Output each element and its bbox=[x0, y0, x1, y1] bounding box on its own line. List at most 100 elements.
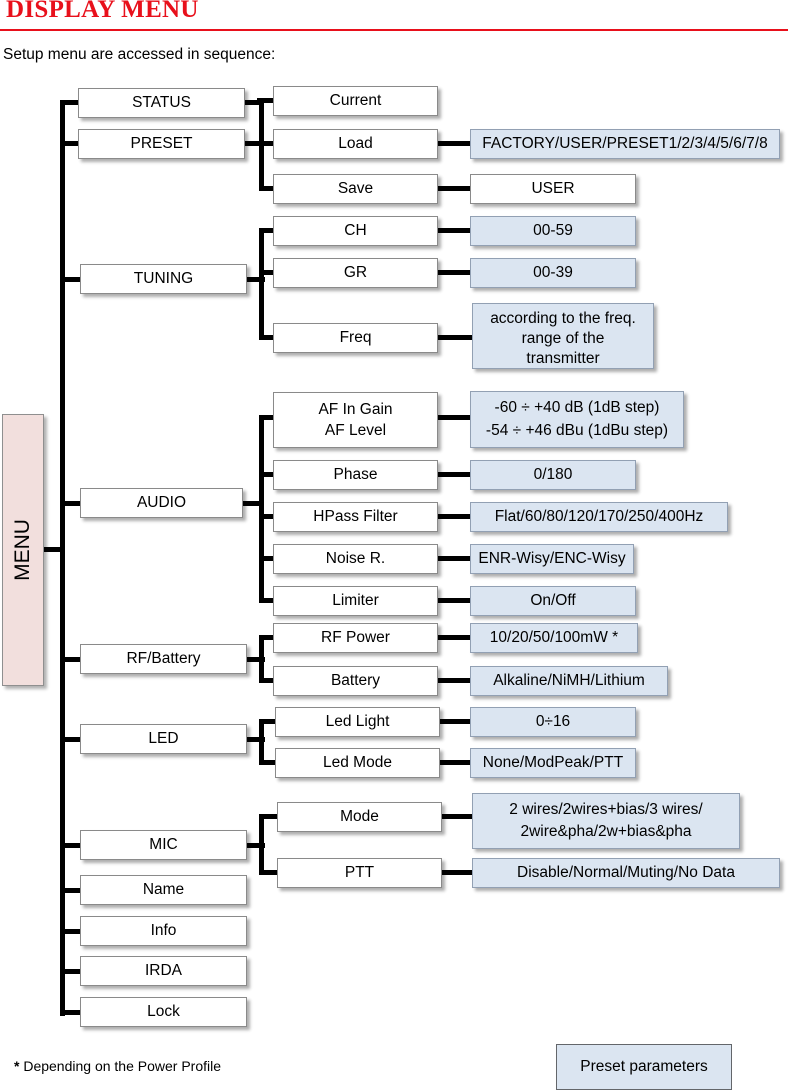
value-mic-ptt-text: Disable/Normal/Muting/No Data bbox=[517, 864, 735, 882]
value-audio-limiter: On/Off bbox=[470, 586, 636, 616]
node-lock[interactable]: Lock bbox=[80, 997, 247, 1027]
value-audio-phase-text: 0/180 bbox=[533, 466, 573, 484]
value-audio-af-line2: -54 ÷ +46 dBu (1dBu step) bbox=[485, 421, 669, 439]
node-current-label: Current bbox=[329, 92, 382, 110]
value-audio-noise-text: ENR-Wisy/ENC-Wisy bbox=[478, 550, 626, 568]
menu-root-box[interactable]: MENU bbox=[2, 414, 44, 686]
node-status-label: STATUS bbox=[132, 94, 191, 112]
node-mic[interactable]: MIC bbox=[80, 830, 247, 860]
title-divider bbox=[0, 29, 788, 31]
value-audio-hpass-text: Flat/60/80/120/170/250/400Hz bbox=[494, 508, 704, 526]
node-gr[interactable]: GR bbox=[273, 258, 438, 288]
node-hpass-filter[interactable]: HPass Filter bbox=[273, 502, 438, 532]
connector-mic bbox=[60, 843, 82, 848]
connector-afgain-value bbox=[436, 415, 472, 420]
node-ch[interactable]: CH bbox=[273, 216, 438, 246]
connector-tuning bbox=[60, 277, 82, 282]
node-battery[interactable]: Battery bbox=[273, 666, 438, 696]
value-audio-af: -60 ÷ +40 dB (1dB step) -54 ÷ +46 dBu (1… bbox=[470, 391, 684, 448]
connector-irda bbox=[60, 969, 82, 974]
connector-rfpower-value bbox=[436, 635, 472, 640]
connector-load-value bbox=[436, 141, 472, 146]
value-mic-mode-line1: 2 wires/2wires+bias/3 wires/ bbox=[509, 801, 703, 819]
node-af-level-label: AF Level bbox=[324, 421, 387, 439]
node-load[interactable]: Load bbox=[273, 129, 438, 159]
node-freq-label: Freq bbox=[339, 329, 372, 347]
value-led-light: 0÷16 bbox=[470, 707, 636, 737]
value-audio-hpass: Flat/60/80/120/170/250/400Hz bbox=[470, 502, 728, 532]
footnote-text: Depending on the Power Profile bbox=[19, 1058, 222, 1074]
node-hpass-filter-label: HPass Filter bbox=[313, 508, 398, 526]
value-preset-load: FACTORY/USER/PRESET1/2/3/4/5/6/7/8 bbox=[470, 129, 780, 159]
connector-lock bbox=[60, 1010, 82, 1015]
node-save-label: Save bbox=[337, 180, 374, 198]
node-name-label: Name bbox=[142, 881, 185, 899]
node-info-label: Info bbox=[150, 922, 177, 940]
node-limiter[interactable]: Limiter bbox=[273, 586, 438, 616]
node-irda[interactable]: IRDA bbox=[80, 956, 247, 986]
node-status[interactable]: STATUS bbox=[78, 88, 245, 118]
node-battery-label: Battery bbox=[330, 672, 381, 690]
value-rf-power-text: 10/20/50/100mW * bbox=[489, 629, 619, 647]
node-freq[interactable]: Freq bbox=[273, 323, 438, 353]
node-phase-label: Phase bbox=[333, 466, 378, 484]
connector-audio bbox=[60, 501, 82, 506]
value-audio-limiter-text: On/Off bbox=[530, 592, 576, 610]
node-rfbattery[interactable]: RF/Battery bbox=[80, 644, 247, 674]
node-led[interactable]: LED bbox=[80, 724, 247, 754]
connector-audio-spine bbox=[259, 415, 264, 601]
node-tuning[interactable]: TUNING bbox=[80, 264, 247, 294]
page-subtitle: Setup menu are accessed in sequence: bbox=[3, 46, 276, 63]
connector-mic-mode bbox=[259, 814, 277, 819]
connector-name bbox=[60, 888, 82, 893]
node-preset[interactable]: PRESET bbox=[78, 129, 245, 159]
node-rfbattery-label: RF/Battery bbox=[126, 650, 201, 668]
node-irda-label: IRDA bbox=[144, 962, 183, 980]
node-phase[interactable]: Phase bbox=[273, 460, 438, 490]
value-mic-mode-line2: 2wire&pha/2w+bias&pha bbox=[520, 823, 692, 841]
node-save[interactable]: Save bbox=[273, 174, 438, 204]
connector-rfbattery bbox=[60, 657, 82, 662]
connector-mic-ptt bbox=[259, 870, 277, 875]
node-preset-label: PRESET bbox=[130, 135, 193, 153]
value-led-mode: None/ModPeak/PTT bbox=[470, 748, 636, 778]
node-info[interactable]: Info bbox=[80, 916, 247, 946]
connector-rf-spine bbox=[259, 635, 264, 680]
connector-battery-value bbox=[436, 678, 472, 683]
value-audio-phase: 0/180 bbox=[470, 460, 636, 490]
connector-gr-value bbox=[436, 270, 472, 275]
value-preset-load-text: FACTORY/USER/PRESET1/2/3/4/5/6/7/8 bbox=[482, 135, 768, 153]
node-rf-power[interactable]: RF Power bbox=[273, 623, 438, 653]
node-noise-r[interactable]: Noise R. bbox=[273, 544, 438, 574]
connector-info bbox=[60, 929, 82, 934]
value-mic-mode: 2 wires/2wires+bias/3 wires/ 2wire&pha/2… bbox=[472, 793, 740, 849]
node-led-mode-label: Led Mode bbox=[323, 754, 392, 772]
node-mic-ptt-label: PTT bbox=[344, 864, 375, 882]
connector-mic-spine bbox=[259, 814, 264, 873]
node-led-mode[interactable]: Led Mode bbox=[275, 748, 440, 778]
node-led-light[interactable]: Led Light bbox=[275, 707, 440, 737]
value-tuning-freq: according to the freq. range of the tran… bbox=[472, 303, 654, 369]
value-preset-save: USER bbox=[470, 174, 636, 204]
node-af-gain-level[interactable]: AF In Gain AF Level bbox=[273, 392, 438, 448]
node-mic-label: MIC bbox=[149, 836, 178, 854]
node-current[interactable]: Current bbox=[273, 86, 438, 116]
node-mic-ptt[interactable]: PTT bbox=[277, 858, 442, 888]
value-battery: Alkaline/NiMH/Lithium bbox=[470, 666, 668, 696]
node-audio-label: AUDIO bbox=[136, 494, 187, 512]
value-tuning-freq-line1: according to the freq. bbox=[490, 310, 636, 327]
value-tuning-gr: 00-39 bbox=[470, 258, 636, 288]
node-led-light-label: Led Light bbox=[325, 713, 390, 731]
node-tuning-label: TUNING bbox=[133, 270, 194, 288]
connector-led bbox=[60, 737, 82, 742]
node-mic-mode-label: Mode bbox=[340, 808, 379, 826]
value-led-light-text: 0÷16 bbox=[535, 713, 571, 731]
node-audio[interactable]: AUDIO bbox=[80, 488, 243, 518]
value-rf-power: 10/20/50/100mW * bbox=[470, 623, 638, 653]
node-noise-r-label: Noise R. bbox=[325, 550, 386, 568]
node-name[interactable]: Name bbox=[80, 875, 247, 905]
value-audio-noise: ENR-Wisy/ENC-Wisy bbox=[470, 544, 634, 574]
value-tuning-ch-text: 00-59 bbox=[533, 222, 573, 240]
node-mic-mode[interactable]: Mode bbox=[277, 802, 442, 832]
node-af-in-gain-label: AF In Gain bbox=[318, 400, 393, 418]
